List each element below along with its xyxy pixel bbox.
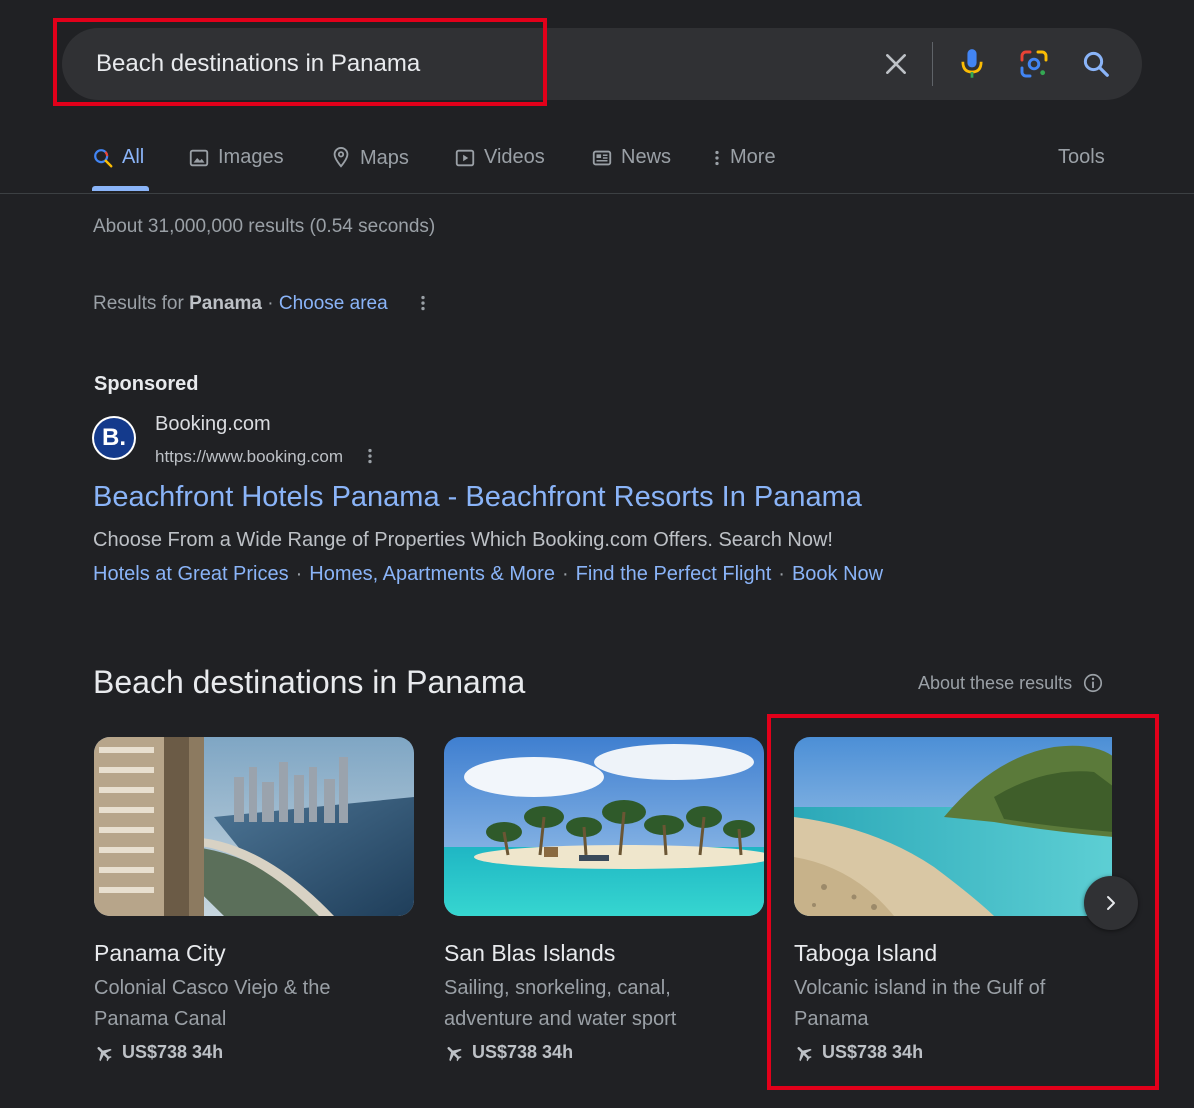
card-title: San Blas Islands [444, 940, 616, 966]
chevron-right-icon [1107, 896, 1115, 910]
tab-images[interactable]: Images [188, 146, 284, 169]
airplane-icon [797, 1046, 812, 1061]
ad-description: Choose From a Wide Range of Properties W… [93, 529, 833, 551]
sitelink-homes[interactable]: Homes, Apartments & More [309, 563, 555, 586]
ad-url[interactable]: https://www.booking.com [155, 447, 343, 467]
more-vertical-icon [715, 150, 719, 165]
panama-city-image [94, 737, 414, 916]
play-icon [455, 149, 475, 166]
active-tab-indicator [92, 186, 149, 191]
separator: · [267, 293, 274, 314]
tab-label: News [621, 146, 672, 168]
carousel-next-button[interactable] [1084, 876, 1138, 930]
results-for: Results for Panama · Choose area [93, 293, 428, 315]
price-text: US$738 34h [122, 1042, 224, 1062]
separator: · [778, 563, 785, 585]
search-input[interactable] [94, 48, 798, 80]
sitelink-flight[interactable]: Find the Perfect Flight [576, 563, 772, 586]
tab-news[interactable]: News [591, 146, 671, 169]
search-divider [932, 42, 933, 86]
ad-url-row: https://www.booking.com [155, 446, 375, 468]
tab-label: Videos [484, 146, 545, 168]
san-blas-image [444, 737, 764, 916]
tabs-divider [0, 193, 1194, 194]
google-lens-icon[interactable] [1016, 46, 1052, 82]
newspaper-icon [592, 150, 612, 165]
card-title: Taboga Island [794, 940, 938, 966]
search-icon [94, 148, 113, 167]
price-text: US$738 34h [822, 1042, 924, 1062]
tab-label: Images [218, 146, 284, 168]
more-vertical-icon[interactable] [365, 446, 375, 468]
clear-icon[interactable] [878, 46, 914, 82]
image-icon [189, 149, 209, 166]
airplane-icon [97, 1046, 112, 1061]
sitelink-book[interactable]: Book Now [792, 563, 883, 586]
info-icon [1084, 673, 1103, 693]
search-tabs: All Images Maps Videos News More Tools [92, 140, 1122, 194]
tab-label: Maps [360, 146, 409, 169]
result-stats: About 31,000,000 results (0.54 seconds) [93, 216, 436, 237]
separator: · [561, 563, 569, 585]
tab-label: All [122, 146, 145, 168]
card-description: Volcanic island in the Gulf of Panama [794, 977, 1046, 1030]
map-pin-icon [333, 146, 349, 168]
booking-logo-letter: B. [94, 418, 134, 458]
ad-site-name[interactable]: Booking.com [155, 413, 271, 436]
more-vertical-icon[interactable] [418, 293, 428, 315]
card-description: Colonial Casco Viejo & the Panama Canal [94, 977, 331, 1030]
search-bar [62, 28, 1142, 100]
destinations-heading: Beach destinations in Panama [93, 664, 526, 700]
search-icon[interactable] [1078, 46, 1114, 82]
card-price: US$738 34h [794, 1042, 923, 1063]
booking-logo[interactable]: B. [92, 416, 136, 460]
card-title: Panama City [94, 940, 226, 966]
results-for-prefix: Results for [93, 293, 184, 314]
tab-all[interactable]: All [92, 146, 144, 169]
tools-button[interactable]: Tools [1058, 146, 1105, 169]
card-price: US$738 34h [444, 1042, 573, 1063]
tab-more[interactable]: More [712, 146, 776, 169]
about-label: About these results [918, 672, 1073, 693]
sitelink-hotels[interactable]: Hotels at Great Prices [93, 563, 289, 586]
tab-videos[interactable]: Videos [454, 146, 545, 169]
taboga-image [794, 737, 1112, 916]
ad-sitelinks: Hotels at Great Prices · Homes, Apartmen… [93, 563, 883, 586]
ad-title-link[interactable]: Beachfront Hotels Panama - Beachfront Re… [93, 481, 862, 514]
separator: · [295, 563, 303, 585]
tab-label: More [730, 146, 776, 168]
results-for-location: Panama [189, 293, 262, 314]
card-description: Sailing, snorkeling, canal, adventure an… [444, 977, 677, 1030]
destination-card-san-blas[interactable]: San Blas Islands Sailing, snorkeling, ca… [444, 737, 764, 1062]
card-price: US$738 34h [94, 1042, 223, 1063]
destination-card-taboga[interactable]: Taboga Island Volcanic island in the Gul… [794, 737, 1114, 1062]
microphone-icon[interactable] [954, 46, 990, 82]
tab-maps[interactable]: Maps [330, 146, 409, 170]
choose-area-link[interactable]: Choose area [279, 293, 388, 315]
about-these-results[interactable]: About these results [918, 672, 1104, 694]
airplane-icon [447, 1046, 462, 1061]
price-text: US$738 34h [472, 1042, 574, 1062]
sponsored-label: Sponsored [94, 373, 199, 395]
tools-label: Tools [1058, 146, 1105, 168]
destination-card-panama-city[interactable]: Panama City Colonial Casco Viejo & the P… [94, 737, 414, 1062]
